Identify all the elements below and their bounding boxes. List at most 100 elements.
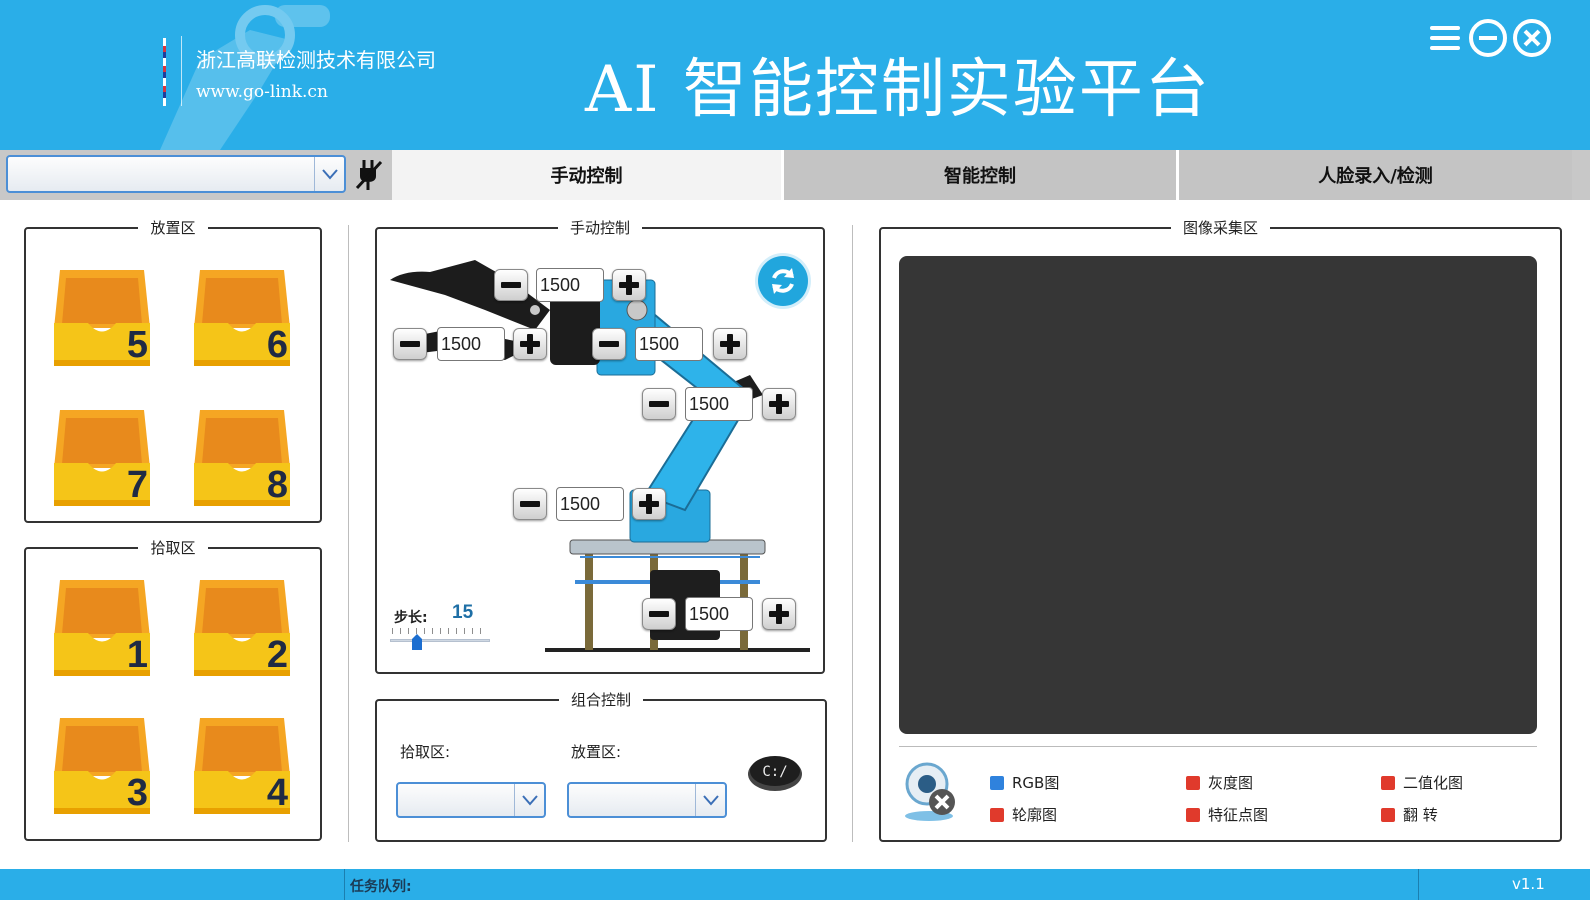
place-tray-6[interactable]: 6 [192, 268, 292, 368]
divider [348, 225, 349, 842]
divider [852, 225, 853, 842]
plus-icon-bar [776, 394, 782, 414]
tab-smart-control[interactable]: 智能控制 [784, 150, 1176, 200]
divider [899, 746, 1537, 747]
tray-number: 4 [266, 772, 288, 814]
servo-2-value-input[interactable]: 1500 [437, 327, 505, 361]
tab-manual-control[interactable]: 手动控制 [392, 150, 781, 200]
tray-number: 6 [266, 324, 288, 366]
servo-1-increase-button[interactable] [612, 269, 646, 301]
servo-4-value-input[interactable]: 1500 [685, 387, 753, 421]
version-label: v1.1 [1512, 875, 1545, 893]
plus-icon-bar [626, 275, 632, 295]
brand-divider [181, 36, 182, 106]
servo-6-increase-button[interactable] [762, 598, 796, 630]
pick-zone-select[interactable] [396, 782, 546, 818]
disconnect-plug-icon[interactable] [354, 158, 384, 192]
company-website: www.go-link.cn [196, 82, 328, 102]
place-zone-select[interactable] [567, 782, 727, 818]
app-title: AI 智能控制实验平台 [585, 53, 1211, 127]
place-tray-8[interactable]: 8 [192, 408, 292, 508]
menu-icon[interactable] [1426, 18, 1466, 58]
option-indicator [990, 807, 1004, 822]
option-indicator [1381, 807, 1395, 822]
status-divider [1418, 869, 1419, 900]
step-label: 步长: [394, 610, 428, 626]
gray-view-option[interactable]: 灰度图 [1186, 772, 1253, 793]
place-tray-5[interactable]: 5 [52, 268, 152, 368]
rgb-view-option[interactable]: RGB图 [990, 772, 1059, 793]
minus-icon [520, 501, 540, 507]
tray-number: 7 [126, 464, 148, 506]
step-slider-ticks [392, 628, 488, 634]
minus-icon [501, 282, 521, 288]
servo-6-decrease-button[interactable] [642, 598, 676, 630]
option-indicator [990, 775, 1004, 790]
servo-3-decrease-button[interactable] [592, 328, 626, 360]
combo-pick-label: 拾取区: [400, 743, 451, 761]
servo-6-value-input[interactable]: 1500 [685, 597, 753, 631]
servo-4-decrease-button[interactable] [642, 388, 676, 420]
webcam-off-icon[interactable] [900, 760, 958, 822]
reset-arm-button[interactable] [758, 256, 808, 306]
pick-tray-3[interactable]: 3 [52, 716, 152, 816]
camera-preview [899, 256, 1537, 734]
close-icon[interactable] [1512, 18, 1552, 58]
minimize-icon[interactable] [1468, 18, 1508, 58]
tab-face-detection[interactable]: 人脸录入/检测 [1179, 150, 1572, 200]
option-label: 轮廓图 [1012, 806, 1058, 824]
image-capture-title: 图像采集区 [1170, 219, 1270, 237]
tab-label: 人脸录入/检测 [1318, 166, 1433, 187]
option-indicator [1186, 775, 1200, 790]
tray-number: 8 [266, 464, 288, 506]
refresh-icon [772, 268, 794, 294]
toolbar: 手动控制 智能控制 人脸录入/检测 [0, 150, 1590, 200]
minus-icon [599, 341, 619, 347]
serial-port-select[interactable] [6, 155, 346, 193]
place-tray-7[interactable]: 7 [52, 408, 152, 508]
option-label: 特征点图 [1208, 806, 1269, 824]
servo-5-increase-button[interactable] [632, 488, 666, 520]
minus-icon [649, 611, 669, 617]
step-value: 15 [452, 602, 474, 623]
servo-1-decrease-button[interactable] [494, 269, 528, 301]
run-command-icon[interactable]: C:/ [746, 751, 804, 793]
servo-5-value-input[interactable]: 1500 [556, 487, 624, 521]
task-queue-label: 任务队列: [350, 879, 412, 895]
option-label: 翻 转 [1403, 806, 1438, 824]
servo-2-decrease-button[interactable] [393, 328, 427, 360]
plus-icon-bar [776, 604, 782, 624]
combo-place-label: 放置区: [571, 743, 622, 761]
feature-points-option[interactable]: 特征点图 [1186, 804, 1268, 825]
tray-number: 5 [126, 324, 148, 366]
combo-control-title: 组合控制 [558, 691, 643, 709]
chevron-down-icon[interactable] [514, 784, 544, 816]
brand-flag [163, 38, 166, 106]
pick-tray-2[interactable]: 2 [192, 578, 292, 678]
step-slider-thumb[interactable] [411, 633, 423, 651]
servo-3-value-input[interactable]: 1500 [635, 327, 703, 361]
place-zone-title: 放置区 [138, 219, 208, 237]
chevron-down-icon[interactable] [695, 784, 725, 816]
svg-text:C:/: C:/ [762, 764, 787, 780]
flip-option[interactable]: 翻 转 [1381, 804, 1438, 825]
servo-3-increase-button[interactable] [713, 328, 747, 360]
plus-icon-bar [646, 494, 652, 514]
binary-view-option[interactable]: 二值化图 [1381, 772, 1463, 793]
servo-2-increase-button[interactable] [513, 328, 547, 360]
step-slider[interactable] [390, 639, 490, 642]
minus-icon [400, 341, 420, 347]
header-bar: 浙江高联检测技术有限公司 www.go-link.cn AI 智能控制实验平台 [0, 0, 1590, 150]
servo-1-value-input[interactable]: 1500 [536, 268, 604, 302]
pick-tray-1[interactable]: 1 [52, 578, 152, 678]
servo-4-increase-button[interactable] [762, 388, 796, 420]
status-divider [344, 869, 345, 900]
pick-tray-4[interactable]: 4 [192, 716, 292, 816]
tray-number: 1 [126, 634, 148, 676]
servo-5-decrease-button[interactable] [513, 488, 547, 520]
tab-label: 手动控制 [550, 166, 623, 187]
tray-number: 2 [266, 634, 288, 676]
pick-zone-title: 拾取区 [138, 539, 208, 557]
chevron-down-icon[interactable] [314, 157, 344, 191]
contour-view-option[interactable]: 轮廓图 [990, 804, 1057, 825]
